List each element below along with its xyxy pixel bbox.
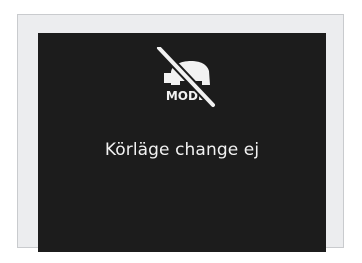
status-message: Körläge change ej — [104, 140, 260, 160]
mode-disabled-icon: MODE — [151, 47, 223, 109]
instrument-display: MODE Körläge change ej — [38, 33, 326, 252]
